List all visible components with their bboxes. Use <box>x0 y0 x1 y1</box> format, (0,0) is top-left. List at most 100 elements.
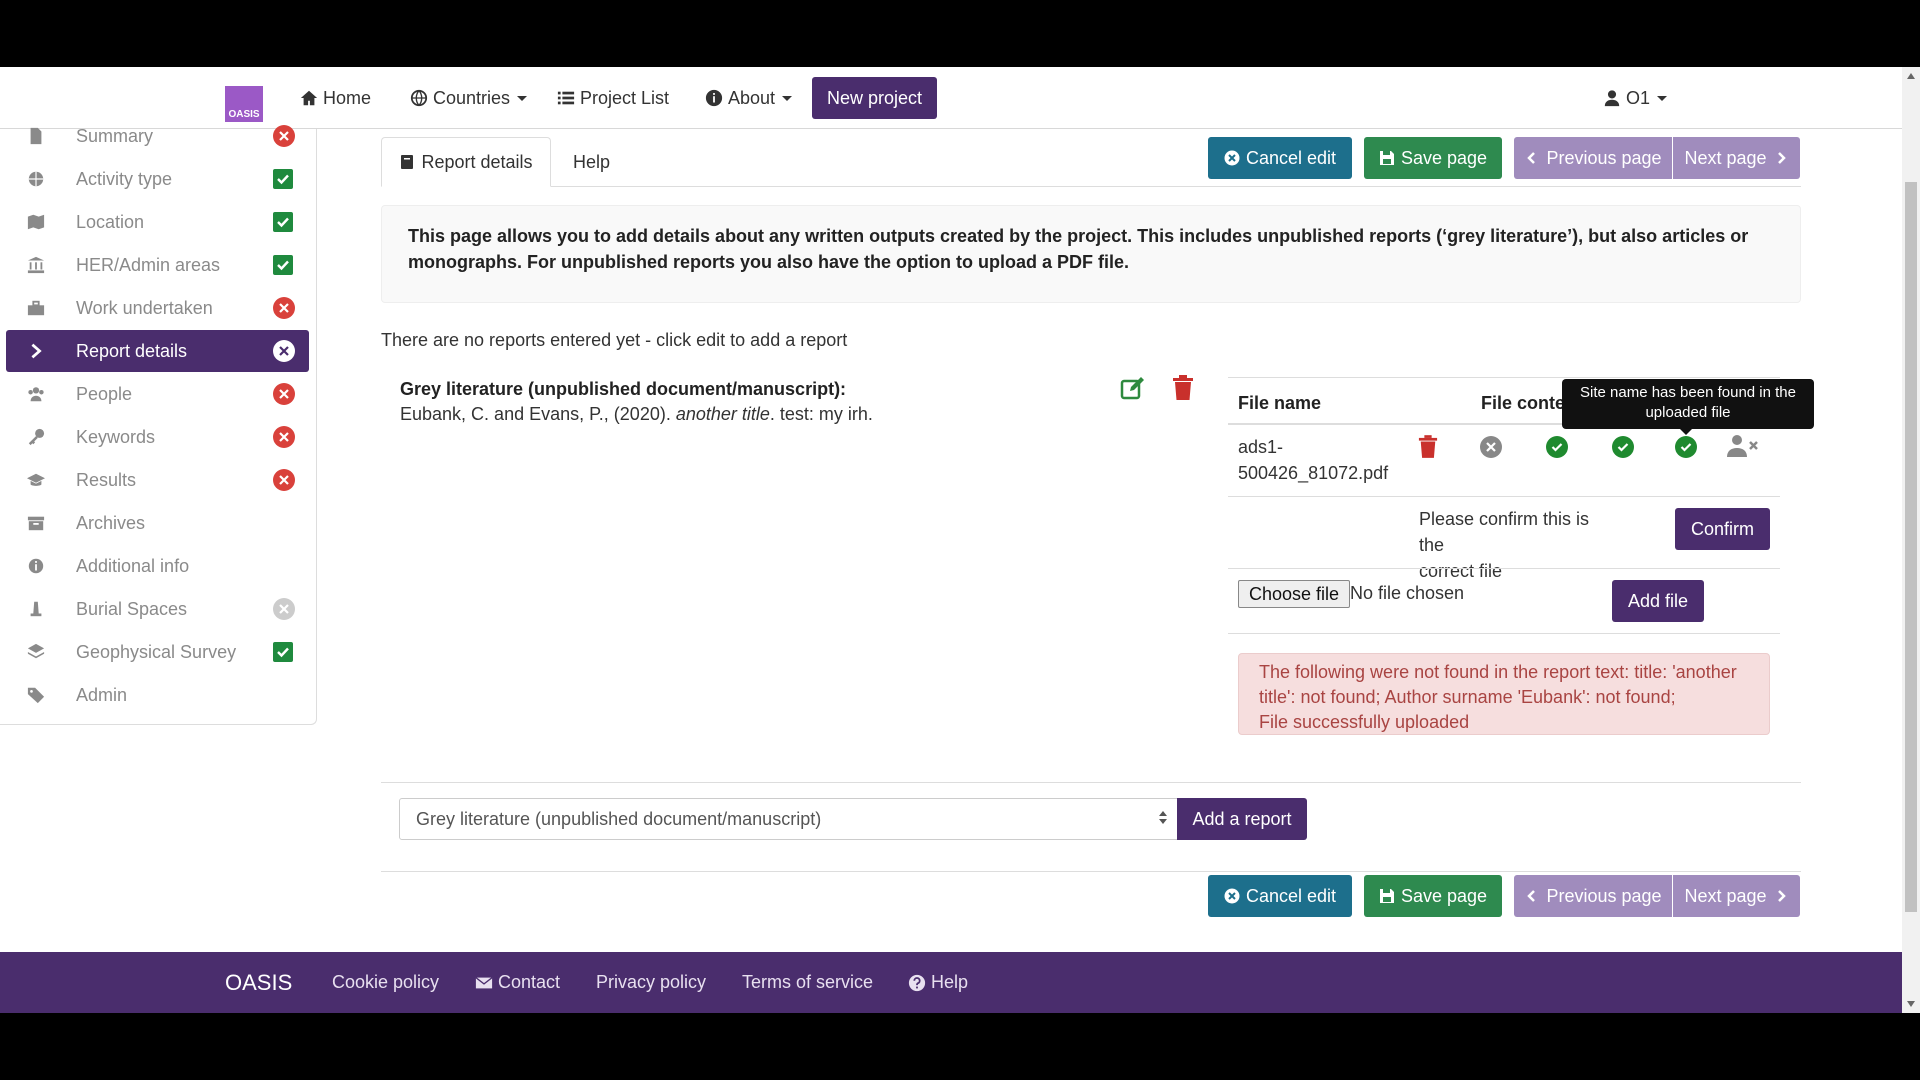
confirm-file-text: Please confirm this is the correct file <box>1419 506 1619 584</box>
sidebar-item-label: Results <box>76 469 137 490</box>
next-page-button-top[interactable]: Next page <box>1673 137 1800 179</box>
row-divider <box>1228 633 1780 634</box>
user-icon <box>1604 90 1620 107</box>
sidebar-item-results[interactable]: Results <box>6 459 309 501</box>
citation-title: another title <box>675 404 770 424</box>
footer-terms-of-service[interactable]: Terms of service <box>742 952 873 1013</box>
layers-icon <box>27 643 45 659</box>
tab-report-details[interactable]: Report details <box>381 137 551 187</box>
building-icon <box>27 256 45 274</box>
confirm-text-line: Please confirm this is the <box>1419 509 1590 555</box>
users-icon <box>28 387 44 402</box>
report-citation: Eubank, C. and Evans, P., (2020). anothe… <box>400 404 873 425</box>
next-page-button-bottom[interactable]: Next page <box>1673 875 1800 917</box>
sidebar-item-label: Report details <box>76 340 188 361</box>
list-icon <box>557 91 575 105</box>
complete-check-icon <box>273 212 293 232</box>
choose-file-button[interactable]: Choose file <box>1238 580 1351 608</box>
cancel-edit-button-top[interactable]: Cancel edit <box>1208 137 1352 179</box>
sidebar-item-label: Location <box>76 211 145 232</box>
sidebar-item-archives[interactable]: Archives <box>6 502 309 544</box>
check-found-icon <box>1546 436 1568 458</box>
confirm-button[interactable]: Confirm <box>1675 508 1770 550</box>
row-divider <box>1228 496 1780 497</box>
footer-help-label: Help <box>931 972 969 992</box>
nav-home[interactable]: Home <box>300 85 371 111</box>
check-found-icon <box>1612 436 1634 458</box>
user-menu[interactable]: O1 <box>1603 85 1668 111</box>
sidebar: Summary Activity type Location HER/Admin… <box>0 125 317 725</box>
chevron-right-icon <box>1777 152 1786 164</box>
footer-help[interactable]: Help <box>908 952 968 1013</box>
nav-countries-label: Countries <box>433 87 511 108</box>
previous-page-button-bottom[interactable]: Previous page <box>1514 875 1672 917</box>
nav-about[interactable]: About <box>705 85 793 111</box>
sidebar-item-summary[interactable]: Summary <box>6 115 309 157</box>
disabled-status-icon <box>273 598 295 620</box>
report-type-select[interactable]: Grey literature (unpublished document/ma… <box>399 798 1178 840</box>
nav-countries[interactable]: Countries <box>410 85 528 111</box>
previous-page-button-top[interactable]: Previous page <box>1514 137 1672 179</box>
footer-contact[interactable]: Contact <box>475 952 560 1013</box>
delete-file-icon[interactable] <box>1418 435 1438 459</box>
footer-contact-label: Contact <box>498 972 561 992</box>
sidebar-item-burial-spaces[interactable]: Burial Spaces <box>6 588 309 630</box>
next-page-label: Next page <box>1684 147 1767 168</box>
sidebar-item-geophysical-survey[interactable]: Geophysical Survey <box>6 631 309 673</box>
delete-report-icon[interactable] <box>1172 375 1194 401</box>
vertical-scrollbar[interactable] <box>1902 67 1920 1013</box>
sidebar-item-admin[interactable]: Admin <box>6 674 309 716</box>
tab-help[interactable]: Help <box>573 137 610 187</box>
floppy-disk-icon <box>1379 151 1394 165</box>
nav-project-list[interactable]: Project List <box>557 85 669 111</box>
file-name-line: ads1- <box>1238 437 1284 457</box>
sidebar-item-label: Summary <box>76 125 154 146</box>
upload-warning-alert: The following were not found in the repo… <box>1238 653 1770 735</box>
sidebar-item-label: Geophysical Survey <box>76 641 237 662</box>
sidebar-item-label: Archives <box>76 512 146 533</box>
save-page-label: Save page <box>1400 885 1488 906</box>
edit-report-icon[interactable] <box>1120 375 1146 401</box>
file-name-line: 500426_81072.pdf <box>1238 463 1389 483</box>
sidebar-item-her-admin-areas[interactable]: HER/Admin areas <box>6 244 309 286</box>
site-name-found-icon[interactable] <box>1675 436 1697 458</box>
add-report-button[interactable]: Add a report <box>1177 798 1307 840</box>
sidebar-item-location[interactable]: Location <box>6 201 309 243</box>
previous-page-label: Previous page <box>1546 147 1662 168</box>
scroll-down-arrow-icon[interactable] <box>1907 1001 1915 1007</box>
site-name-tooltip: Site name has been found in the uploaded… <box>1562 379 1814 435</box>
scrollbar-thumb[interactable] <box>1905 182 1917 912</box>
add-file-button[interactable]: Add file <box>1612 580 1704 622</box>
page-info-box: This page allows you to add details abou… <box>381 205 1801 303</box>
sidebar-item-keywords[interactable]: Keywords <box>6 416 309 458</box>
sidebar-item-activity-type[interactable]: Activity type <box>6 158 309 200</box>
graduation-cap-icon <box>27 473 45 486</box>
sidebar-item-additional-info[interactable]: Additional info <box>6 545 309 587</box>
cancel-edit-button-bottom[interactable]: Cancel edit <box>1208 875 1352 917</box>
book-icon <box>401 155 414 169</box>
footer-cookie-policy[interactable]: Cookie policy <box>332 952 439 1013</box>
app-window: OASIS Home Countries Project List About … <box>0 67 1920 1013</box>
sidebar-item-report-details[interactable]: Report details <box>6 330 309 372</box>
sidebar-item-label: People <box>76 383 133 404</box>
select-arrows-icon <box>1159 811 1167 824</box>
save-page-button-top[interactable]: Save page <box>1364 137 1502 179</box>
tooltip-line: Site name has been found in the <box>1580 384 1796 401</box>
new-project-button[interactable]: New project <box>812 77 937 119</box>
sidebar-item-work-undertaken[interactable]: Work undertaken <box>6 287 309 329</box>
map-icon <box>27 214 45 230</box>
sidebar-item-label: Admin <box>76 684 128 705</box>
next-page-label: Next page <box>1684 885 1767 906</box>
footer-brand[interactable]: OASIS <box>225 952 292 1013</box>
scroll-up-arrow-icon[interactable] <box>1907 73 1915 79</box>
footer-privacy-policy[interactable]: Privacy policy <box>596 952 706 1013</box>
chevron-right-icon <box>1777 890 1786 902</box>
error-status-icon <box>273 426 295 448</box>
times-circle-icon <box>1224 888 1240 904</box>
sidebar-item-label: Work undertaken <box>76 297 213 318</box>
sidebar-item-people[interactable]: People <box>6 373 309 415</box>
alert-line: title': not found; Author surname 'Euban… <box>1259 687 1676 707</box>
report-type-title: Grey literature (unpublished document/ma… <box>400 379 847 399</box>
save-page-button-bottom[interactable]: Save page <box>1364 875 1502 917</box>
cancel-edit-label: Cancel edit <box>1245 147 1337 168</box>
